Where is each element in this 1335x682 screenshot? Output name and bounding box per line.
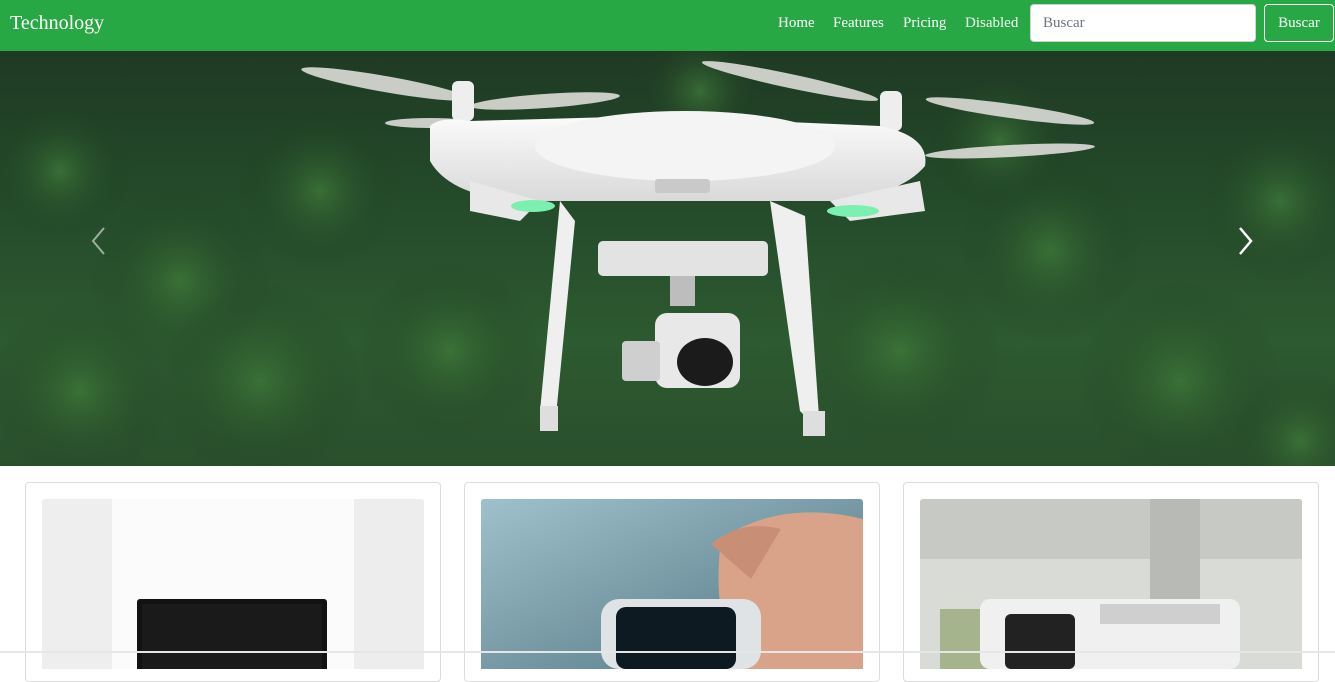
- chevron-left-icon: [91, 227, 105, 255]
- carousel-next-button[interactable]: [1230, 221, 1260, 261]
- laptop-photo: [42, 499, 424, 669]
- navbar: Technology Home Features Pricing Disable…: [0, 0, 1335, 51]
- carousel-prev-button[interactable]: [84, 221, 114, 261]
- nav-link-disabled: Disabled: [965, 15, 1019, 31]
- smartwatch-photo: [481, 499, 863, 669]
- nav-link-home[interactable]: Home: [778, 14, 815, 32]
- drone-slide-image: [0, 51, 1335, 466]
- camera-photo: [920, 499, 1302, 669]
- nav-link-pricing[interactable]: Pricing: [903, 14, 946, 32]
- search-button[interactable]: Buscar: [1264, 4, 1334, 42]
- search-input[interactable]: [1030, 4, 1256, 42]
- brand-link[interactable]: Technology: [10, 11, 104, 35]
- nav-link-features[interactable]: Features: [833, 14, 884, 32]
- chevron-right-icon: [1239, 227, 1253, 255]
- hero-carousel: [0, 51, 1335, 466]
